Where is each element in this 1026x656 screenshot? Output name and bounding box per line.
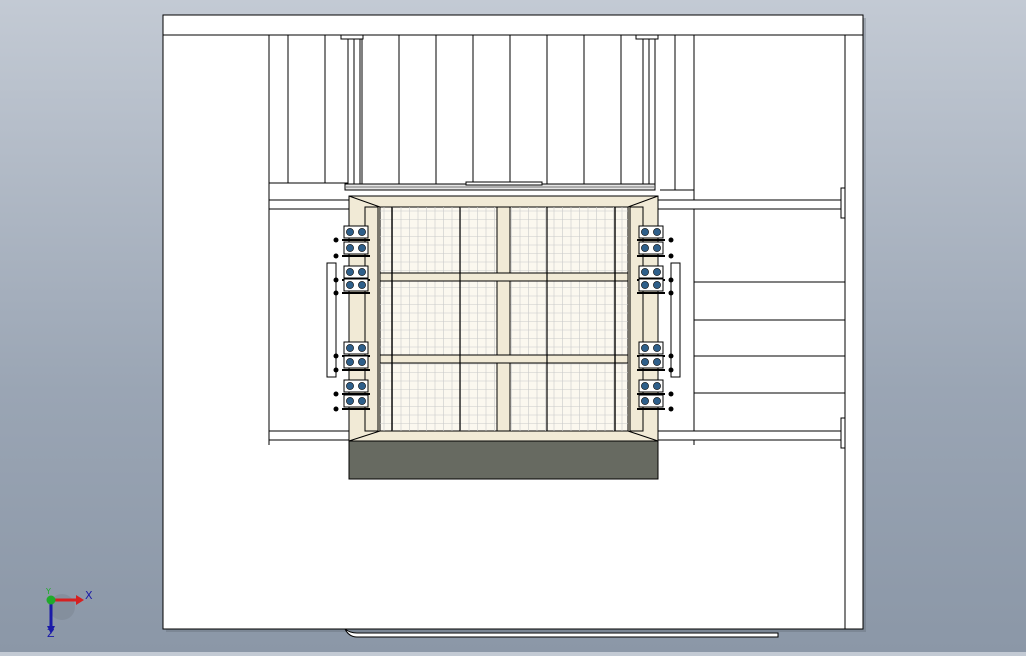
base-block: [348, 440, 659, 480]
cad-viewport[interactable]: X Y Z: [0, 0, 1026, 652]
y-axis-label: Y: [45, 587, 51, 596]
grate-frame: [348, 195, 659, 442]
drawing-canvas[interactable]: X Y Z: [0, 0, 1026, 652]
z-axis-label: Z: [47, 627, 55, 640]
x-axis-label: X: [85, 589, 93, 602]
y-axis-dot: [46, 595, 56, 605]
coordinate-triad: X Y Z: [45, 587, 93, 640]
x-arrowhead-icon: [76, 595, 84, 605]
